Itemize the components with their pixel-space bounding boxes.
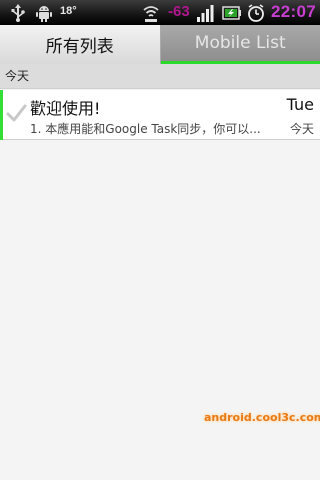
signal-bars-icon: [195, 2, 215, 23]
checkmark-icon[interactable]: [5, 102, 27, 124]
temperature-text: 18°: [60, 5, 77, 17]
list-tabs: 所有列表 Mobile List: [0, 25, 320, 64]
task-priority-bar: [0, 90, 3, 140]
tab-label: 所有列表: [45, 37, 114, 57]
tab-mobile-list[interactable]: Mobile List: [160, 25, 320, 64]
android-icon: [34, 2, 54, 23]
task-row[interactable]: 歡迎使用! 1. 本應用能和Google Task同步，你可以... Tue 今…: [0, 90, 320, 140]
task-notes: 1. 本應用能和Google Task同步，你可以...: [30, 122, 261, 136]
status-bar: 18° -63 22:07: [0, 0, 320, 25]
task-title: 歡迎使用!: [30, 99, 101, 118]
tab-label: Mobile List: [194, 33, 286, 53]
section-header-today: 今天: [0, 64, 320, 89]
task-date: 今天: [289, 122, 314, 136]
tab-all-lists[interactable]: 所有列表: [0, 25, 161, 64]
battery-charging-icon: [222, 2, 242, 23]
wifi-icon: [142, 2, 160, 23]
task-day: Tue: [286, 95, 314, 114]
watermark-text: android.cool3c.com: [204, 411, 320, 424]
usb-icon: [9, 2, 27, 23]
clock-text: 22:07: [271, 2, 316, 21]
signal-strength-text: -63: [168, 3, 190, 20]
alarm-clock-icon: [246, 2, 266, 23]
